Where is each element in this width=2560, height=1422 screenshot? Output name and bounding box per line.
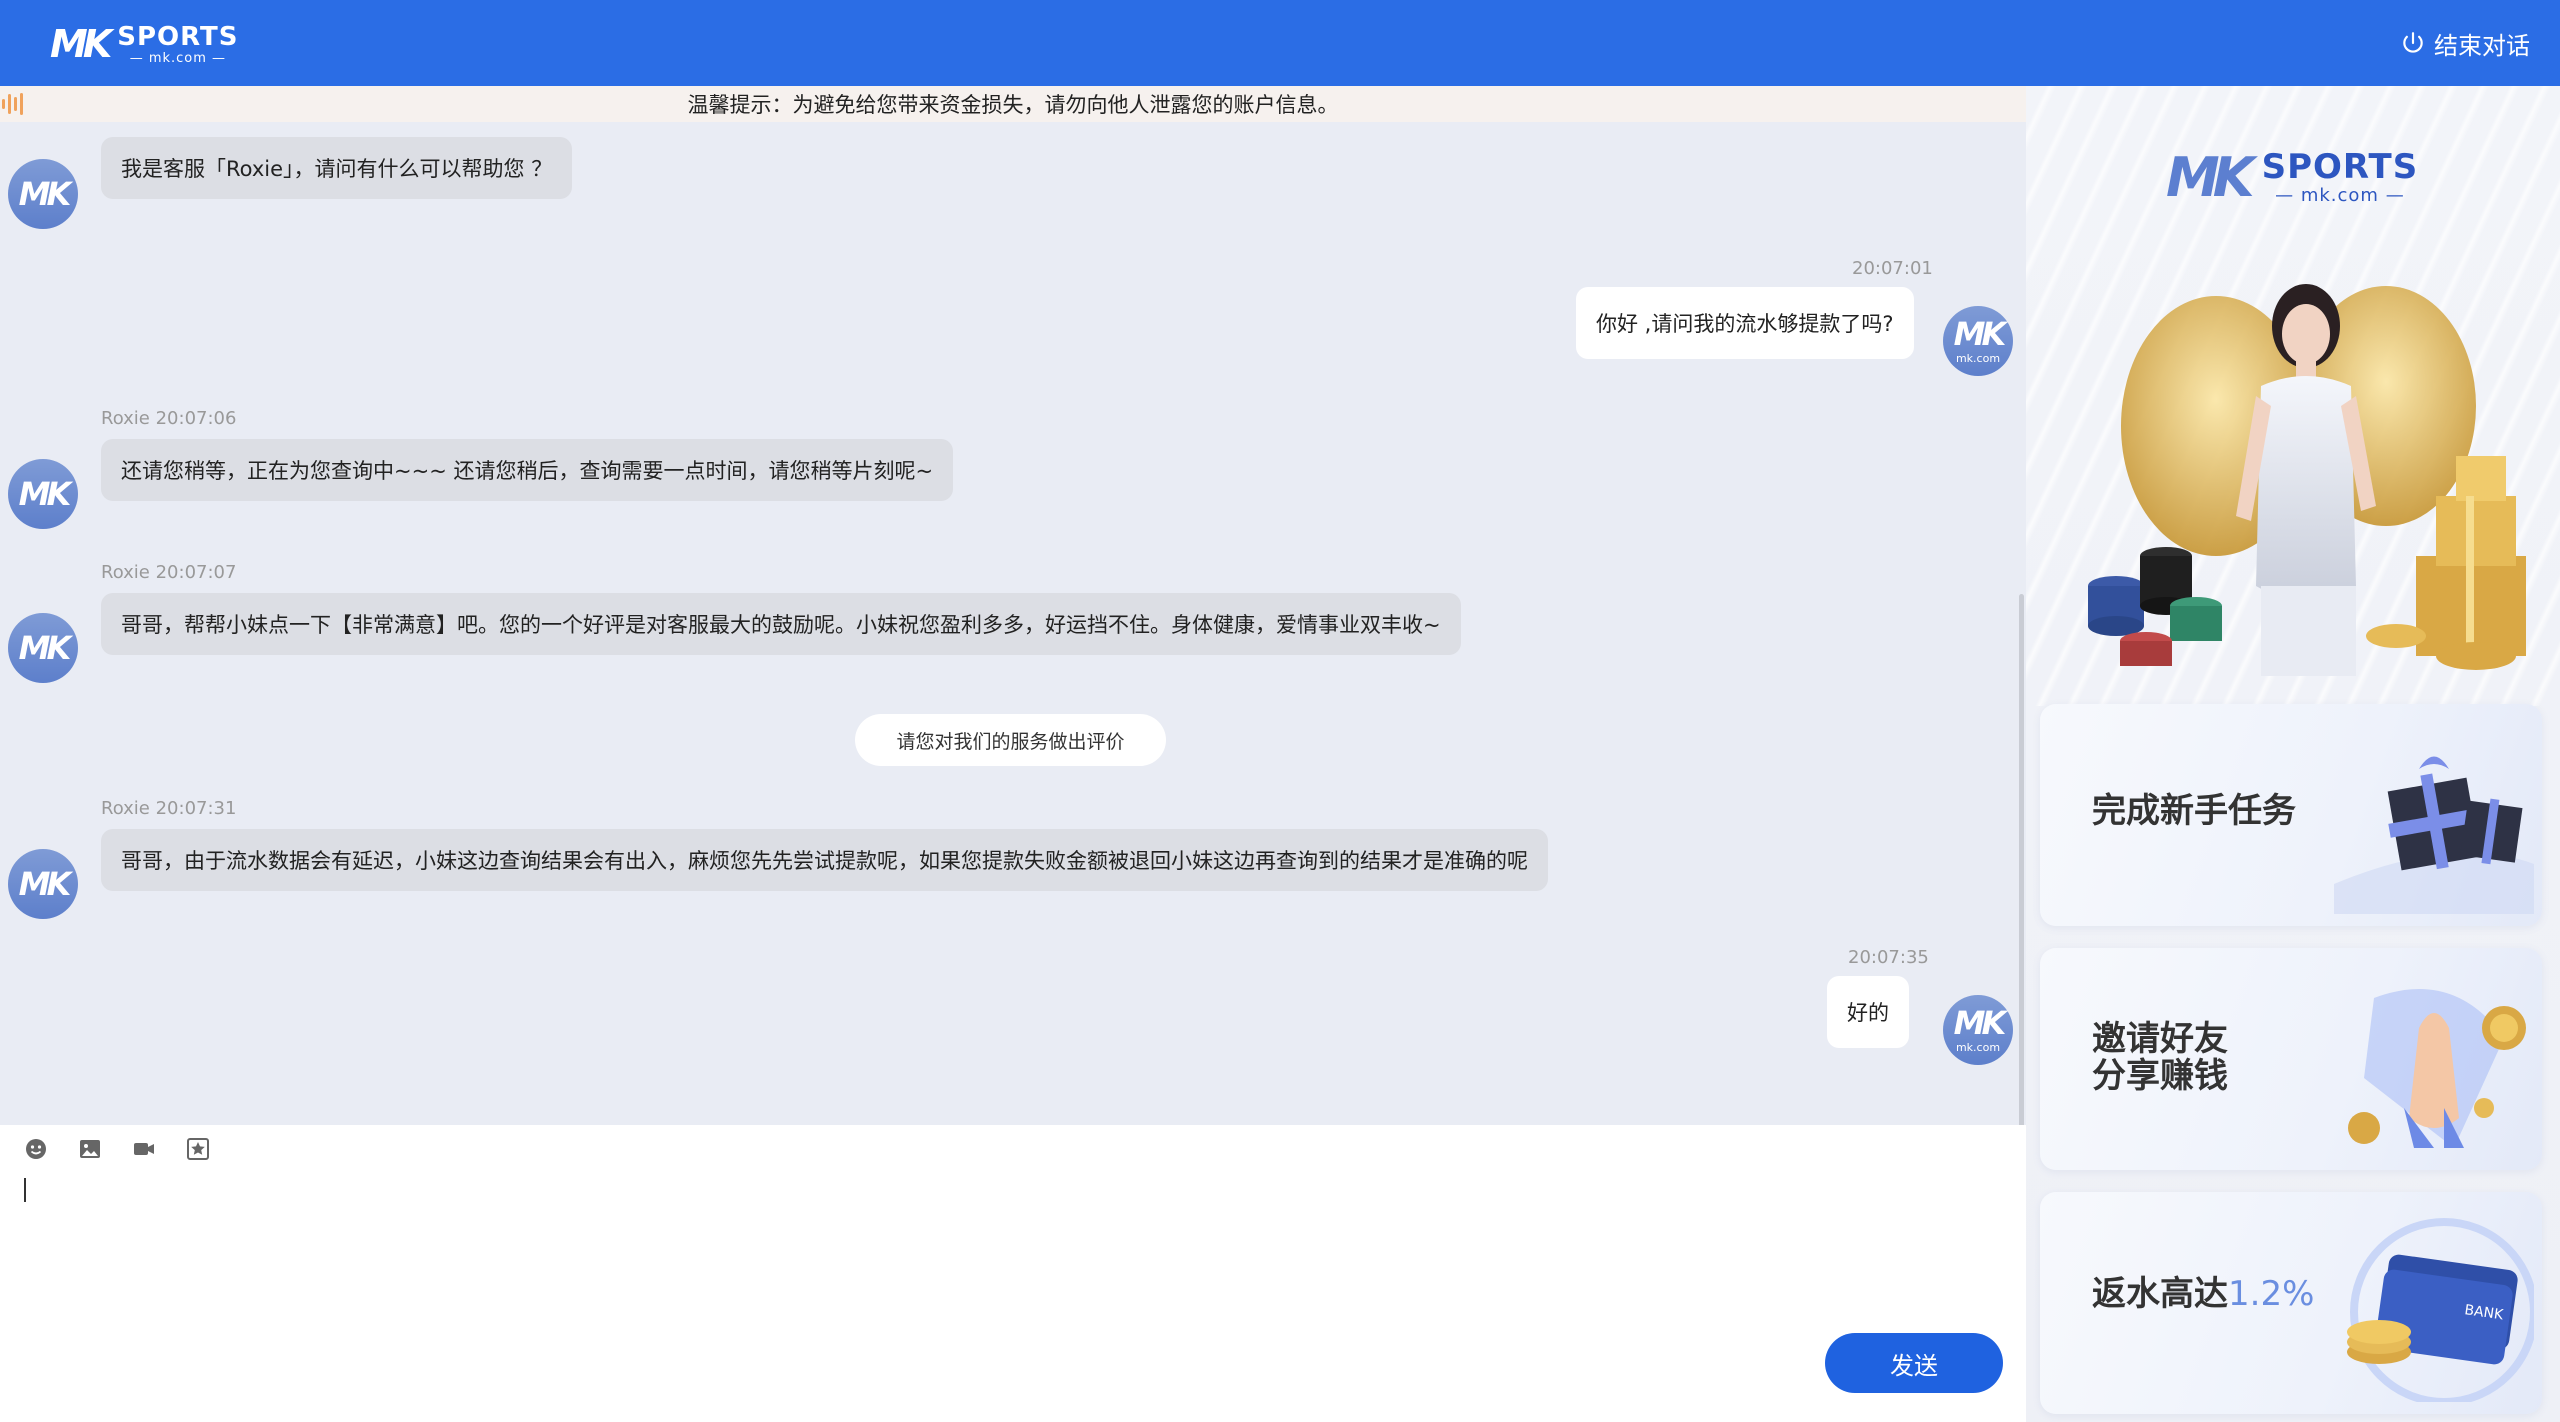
promo-title: 返水高达1.2%: [2092, 1274, 2315, 1314]
sidebar-brand-logo: MK SPORTS — mk.com —: [2166, 146, 2418, 209]
chat-message-list[interactable]: MK 我是客服「Roxie」，请问有什么可以帮助您 ？ 20:07:01 你好 …: [0, 122, 2026, 1125]
user-avatar: MK mk.com: [1943, 306, 2013, 376]
sound-wave-icon: [2, 92, 26, 116]
video-button[interactable]: [130, 1135, 158, 1163]
composer-toolbar: [22, 1135, 238, 1163]
top-bar: MK SPORTS — mk.com — 结束对话: [0, 0, 2560, 86]
brand-logo: MK SPORTS — mk.com —: [50, 22, 238, 66]
image-icon: [80, 1140, 100, 1158]
message-text: 哥哥，帮帮小妹点一下【非常满意】吧。您的一个好评是对客服最大的鼓励呢。小妹祝您盈…: [121, 613, 1441, 637]
brand-logo-mark: MK: [50, 22, 112, 66]
rating-button[interactable]: [184, 1135, 212, 1163]
user-message-bubble: 好的: [1827, 976, 1909, 1048]
gift-box-icon: [2334, 756, 2534, 914]
rating-icon: [187, 1138, 209, 1160]
rate-service-button[interactable]: 请您对我们的服务做出评价: [855, 714, 1166, 766]
message-timestamp: 20:07:01: [1852, 258, 1933, 279]
message-meta: Roxie 20:07:07: [101, 562, 237, 583]
agent-message-bubble: 哥哥，由于流水数据会有延迟，小妹这边查询结果会有出入，麻烦您先先尝试提款呢，如果…: [101, 829, 1548, 891]
promo-sidebar: MK SPORTS — mk.com — 完成新手任务 邀请好友 分享赚钱 返水…: [2026, 86, 2560, 1422]
message-meta: Roxie 20:07:31: [101, 798, 237, 819]
bank-card-icon: BANK: [2347, 1218, 2534, 1402]
agent-avatar: MK: [8, 459, 78, 529]
message-text: 哥哥，由于流水数据会有延迟，小妹这边查询结果会有出入，麻烦您先先尝试提款呢，如果…: [121, 849, 1528, 873]
agent-message-bubble: 哥哥，帮帮小妹点一下【非常满意】吧。您的一个好评是对客服最大的鼓励呢。小妹祝您盈…: [101, 593, 1461, 655]
emoji-icon: [26, 1139, 46, 1159]
message-text: 好的: [1847, 1001, 1889, 1025]
message-text: 你好 ,请问我的流水够提款了吗?: [1596, 312, 1894, 336]
brand-logo-wordmark: SPORTS: [117, 21, 239, 52]
promo-card-newbie-tasks[interactable]: 完成新手任务: [2040, 704, 2542, 926]
user-avatar: MK mk.com: [1943, 995, 2013, 1065]
message-input[interactable]: [22, 1171, 1982, 1331]
promo-title-line1: 邀请好友: [2092, 1019, 2228, 1059]
message-text: 我是客服「Roxie」，请问有什么可以帮助您 ？: [121, 157, 553, 181]
image-button[interactable]: [76, 1135, 104, 1163]
brand-logo-domain: — mk.com —: [129, 50, 227, 66]
rebate-rate: 1.2%: [2228, 1274, 2315, 1314]
promo-title-line2: 分享赚钱: [2092, 1056, 2228, 1097]
rate-service-label: 请您对我们的服务做出评价: [896, 730, 1125, 753]
end-chat-label: 结束对话: [2434, 31, 2530, 60]
promo-title-text: 返水高达: [2092, 1274, 2228, 1314]
promo-title: 邀请好友 分享赚钱: [2092, 1019, 2228, 1097]
send-button[interactable]: 发送: [1825, 1333, 2003, 1393]
promo-card-rebate[interactable]: 返水高达1.2% BANK: [2040, 1192, 2542, 1414]
sidebar-logo-mark: MK: [2166, 146, 2255, 209]
power-icon: [2403, 32, 2423, 53]
hero-illustration: [2088, 284, 2526, 676]
high-five-icon: [2348, 989, 2526, 1148]
message-composer: 发送: [0, 1125, 2026, 1422]
message-timestamp: 20:07:35: [1848, 947, 1929, 968]
promo-title: 完成新手任务: [2092, 791, 2296, 831]
message-meta: Roxie 20:07:06: [101, 408, 237, 429]
agent-avatar: MK: [8, 613, 78, 683]
text-cursor: [24, 1178, 26, 1202]
security-notice-bar: 温馨提示：为避免给您带来资金损失，请勿向他人泄露您的账户信息。: [0, 86, 2026, 122]
user-message-bubble: 你好 ,请问我的流水够提款了吗?: [1576, 287, 1914, 359]
promo-card-invite-friends[interactable]: 邀请好友 分享赚钱: [2040, 948, 2542, 1170]
chat-scrollbar[interactable]: [2019, 594, 2024, 1125]
sidebar-logo-domain: — mk.com —: [2275, 185, 2405, 206]
message-text: 还请您稍等，正在为您查询中~~~ 还请您稍后，查询需要一点时间，请您稍等片刻呢~: [121, 459, 934, 483]
agent-avatar: MK: [8, 159, 78, 229]
send-button-label: 发送: [1890, 1351, 1938, 1380]
agent-message-bubble: 还请您稍等，正在为您查询中~~~ 还请您稍后，查询需要一点时间，请您稍等片刻呢~: [101, 439, 954, 501]
emoji-button[interactable]: [22, 1135, 50, 1163]
sidebar-logo-wordmark: SPORTS: [2261, 147, 2419, 187]
agent-message-bubble: 我是客服「Roxie」，请问有什么可以帮助您 ？: [101, 137, 573, 199]
end-chat-button[interactable]: 结束对话: [2400, 24, 2530, 62]
agent-avatar: MK: [8, 849, 78, 919]
security-notice-text: 温馨提示：为避免给您带来资金损失，请勿向他人泄露您的账户信息。: [687, 93, 1339, 117]
video-icon: [134, 1143, 154, 1155]
